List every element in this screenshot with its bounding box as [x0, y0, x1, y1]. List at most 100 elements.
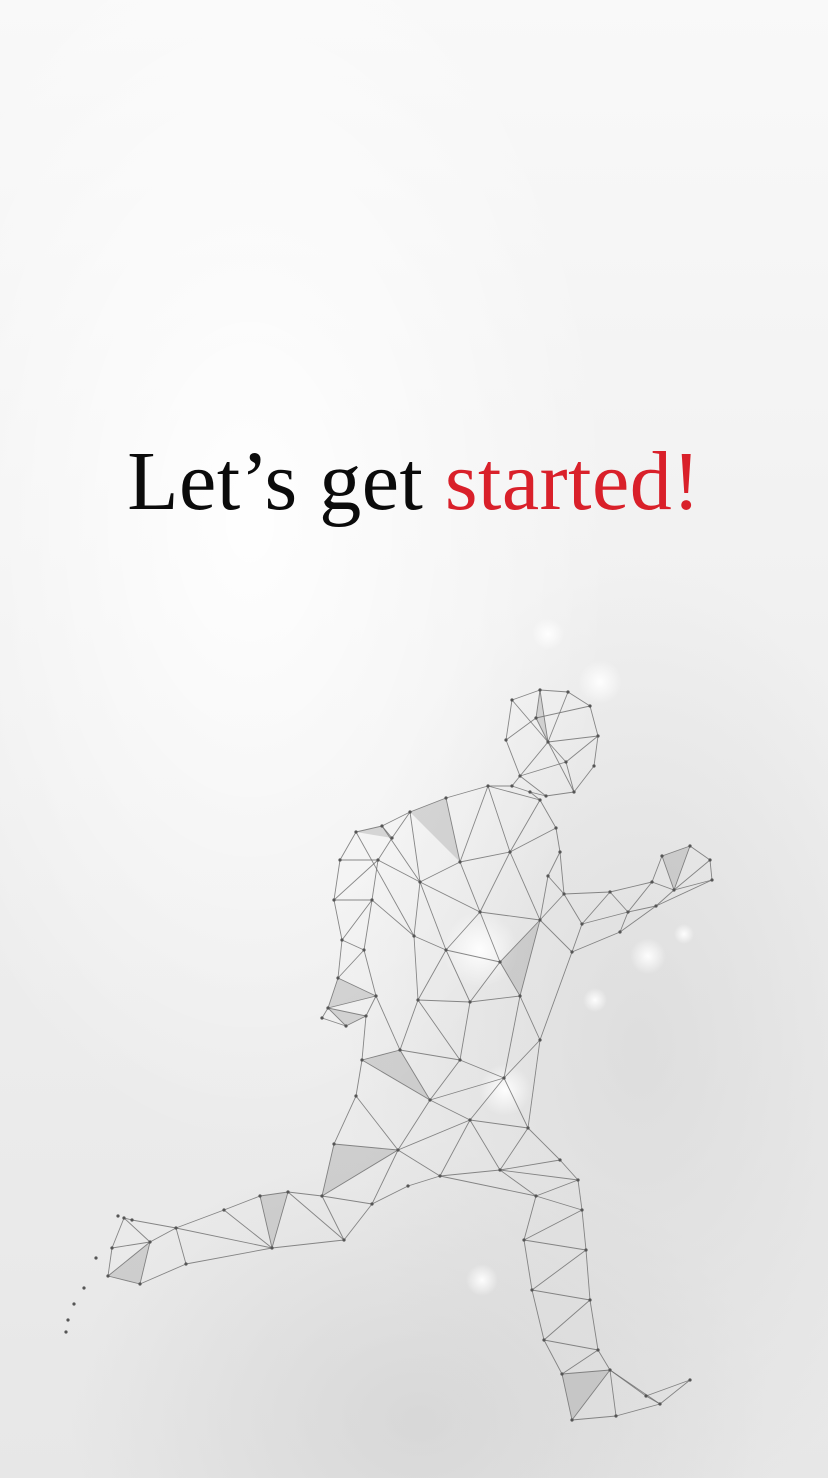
mesh-node	[538, 1038, 542, 1042]
mesh-node	[418, 880, 422, 884]
mesh-line	[175, 1227, 273, 1249]
mesh-line	[439, 1169, 501, 1177]
mesh-line	[547, 735, 599, 743]
mesh-node	[320, 1194, 324, 1198]
mesh-line	[645, 1379, 691, 1397]
mesh-node	[258, 1194, 262, 1198]
mesh-line	[479, 851, 511, 913]
mesh-line	[655, 889, 675, 907]
mesh-line	[581, 1209, 587, 1251]
mesh-node	[370, 1202, 374, 1206]
mesh-line	[597, 1349, 611, 1371]
mesh-node	[544, 794, 548, 798]
mesh-node	[538, 918, 542, 922]
mesh-line	[709, 859, 713, 881]
mesh-node	[554, 826, 558, 830]
mesh-line	[355, 1059, 363, 1097]
mesh-line	[505, 699, 513, 741]
mesh-line	[111, 1217, 125, 1249]
mesh-node	[688, 1378, 692, 1382]
mesh-node	[396, 1148, 400, 1152]
mesh-line	[615, 1403, 661, 1417]
mesh-line	[355, 831, 415, 937]
mesh-line	[139, 1263, 187, 1285]
mesh-node	[336, 976, 340, 980]
polygon-mesh-runner-icon	[64, 618, 714, 1422]
mesh-node	[672, 888, 676, 892]
mesh-node	[566, 690, 570, 694]
mesh-node	[562, 892, 566, 896]
mesh-node	[148, 1240, 152, 1244]
mesh-line	[131, 1219, 177, 1229]
mesh-line	[377, 859, 421, 883]
mesh-line	[505, 739, 521, 777]
mesh-line	[123, 1217, 151, 1243]
mesh-line	[527, 1127, 561, 1161]
mesh-line	[377, 837, 393, 861]
mesh-node	[122, 1216, 126, 1220]
mesh-node	[416, 998, 420, 1002]
mesh-node	[270, 1246, 274, 1250]
mesh-line	[321, 1195, 345, 1241]
mesh-node	[468, 1000, 472, 1004]
mesh-line	[565, 761, 575, 793]
mesh-line	[593, 735, 599, 767]
mesh-node	[116, 1214, 120, 1218]
mesh-line	[571, 1415, 617, 1421]
mesh-line	[397, 1099, 431, 1151]
mesh-line	[185, 1247, 273, 1265]
mesh-line	[365, 995, 377, 1017]
mesh-node	[534, 716, 538, 720]
mesh-node	[458, 860, 462, 864]
mesh-line	[355, 1095, 399, 1151]
mesh-line	[363, 899, 373, 951]
mesh-line	[581, 911, 629, 925]
mesh-line	[589, 705, 599, 737]
mesh-node	[528, 790, 532, 794]
mesh-line	[223, 1195, 261, 1211]
mesh-line	[585, 1249, 591, 1301]
mesh-node	[518, 994, 522, 998]
mesh-line	[175, 1209, 225, 1229]
mesh-line	[539, 689, 569, 693]
mesh-line	[459, 1001, 471, 1061]
mesh-node	[110, 1246, 114, 1250]
mesh-node	[82, 1286, 86, 1290]
mesh-node	[286, 1190, 290, 1194]
mesh-node	[526, 1126, 530, 1130]
mesh-line	[419, 881, 481, 913]
mesh-line	[505, 717, 537, 741]
mesh-line	[577, 1179, 583, 1211]
mesh-node	[326, 1006, 330, 1010]
mesh-line	[547, 741, 575, 793]
mesh-node	[390, 836, 394, 840]
mesh-node	[510, 784, 514, 788]
mesh-node	[580, 1208, 584, 1212]
mesh-node	[592, 764, 596, 768]
mesh-node	[478, 910, 482, 914]
mesh-node	[320, 1016, 324, 1020]
mesh-line	[651, 881, 675, 891]
mesh-node	[710, 878, 714, 882]
mesh-node	[560, 1372, 564, 1376]
mesh-node	[408, 810, 412, 814]
mesh-line	[439, 1119, 471, 1177]
mesh-node	[66, 1318, 70, 1322]
mesh-node	[344, 1024, 348, 1028]
mesh-node	[340, 938, 344, 942]
mesh-node	[468, 1118, 472, 1122]
mesh-line	[333, 1095, 357, 1145]
mesh-line	[539, 799, 557, 829]
mesh-node	[570, 950, 574, 954]
mesh-line	[609, 1369, 617, 1417]
mesh-node	[184, 1262, 188, 1266]
mesh-line	[547, 851, 561, 877]
mesh-line	[487, 785, 511, 853]
mesh-line	[399, 1049, 461, 1061]
mesh-line	[609, 891, 629, 913]
mesh-node	[94, 1256, 98, 1260]
mesh-node	[522, 1238, 526, 1242]
mesh-node	[354, 1094, 358, 1098]
mesh-line	[519, 995, 541, 1041]
mesh-node	[444, 948, 448, 952]
